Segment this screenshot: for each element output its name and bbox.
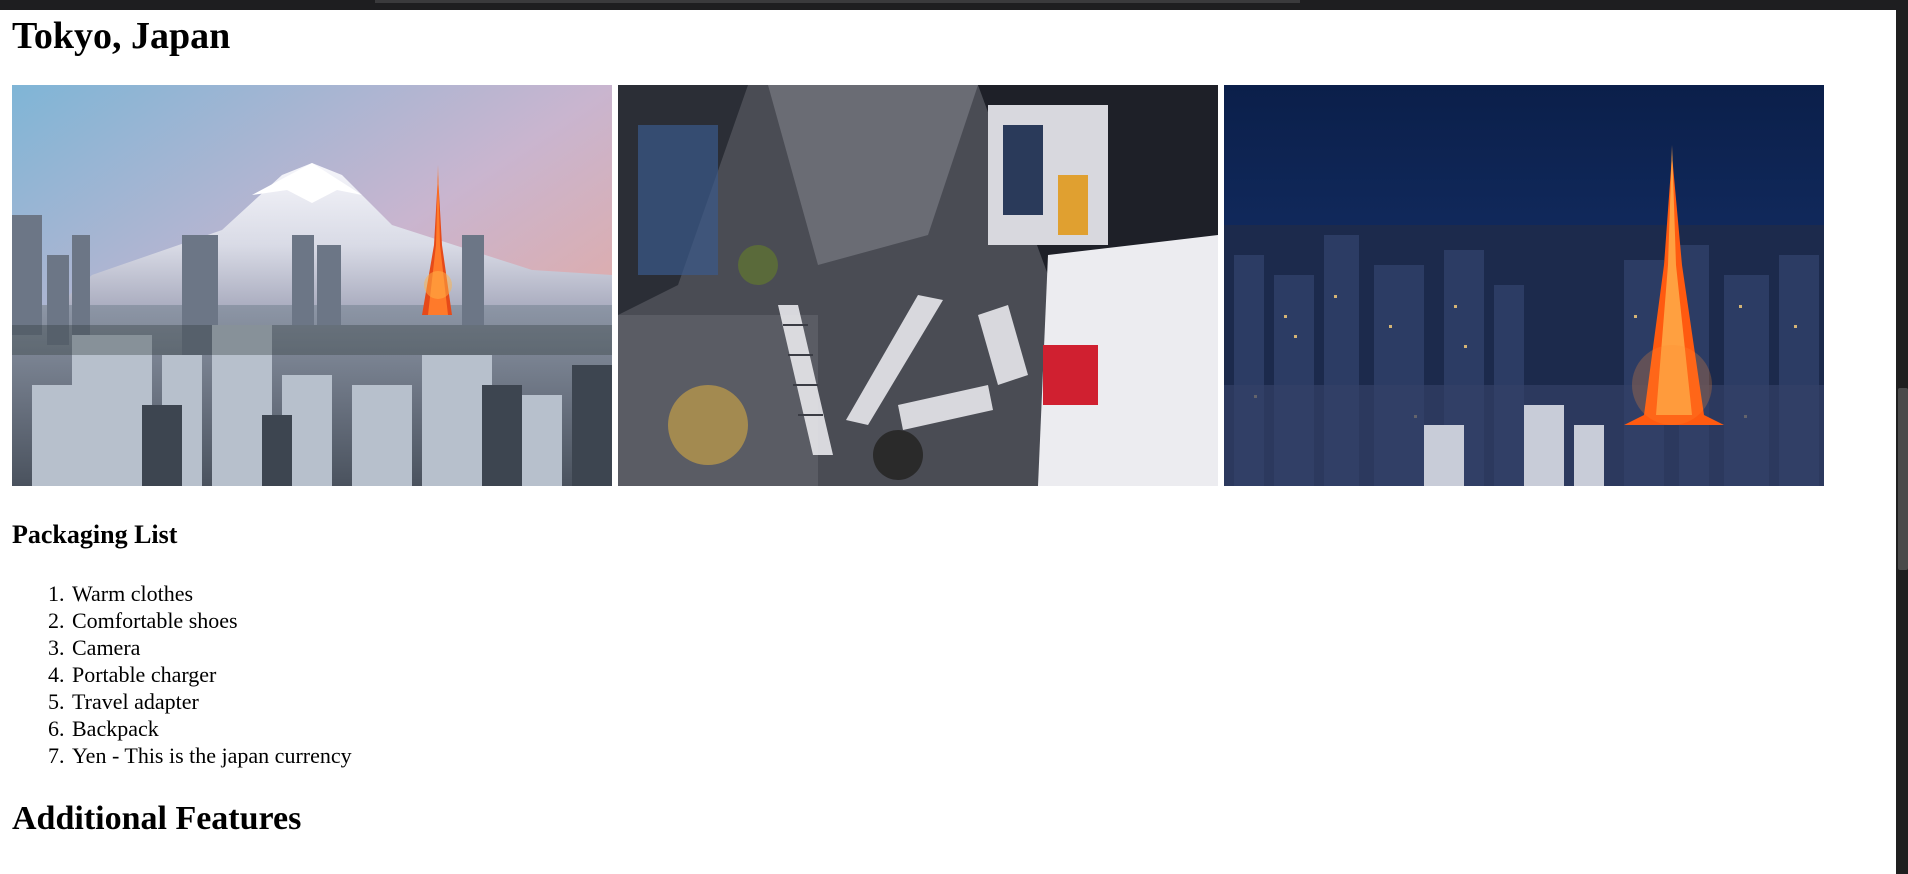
list-item: 5. Travel adapter [48,688,352,715]
list-item: 3. Camera [48,634,352,661]
shibuya-crossing-illustration [618,85,1218,486]
list-item: 7. Yen - This is the japan currency [48,742,352,769]
list-number: 6. [48,716,65,741]
list-text: Backpack [72,716,159,741]
list-number: 7. [48,743,65,768]
packing-list: 1. Warm clothes 2. Comfortable shoes 3. Cam… [48,580,352,769]
list-number: 2. [48,608,65,633]
list-number: 3. [48,635,65,660]
list-item: 4. Portable charger [48,661,352,688]
list-number: 4. [48,662,65,687]
packing-list-title: Packaging List [12,520,178,549]
additional-features-title: Additional Features [12,800,302,837]
list-item: 2. Comfortable shoes [48,607,352,634]
browser-top-bar [0,0,1908,10]
list-text: Portable charger [72,662,217,687]
list-text: Travel adapter [72,689,199,714]
page-title: Tokyo, Japan [12,15,231,57]
shibuya-crossing-photo [618,85,1218,486]
list-item: 1. Warm clothes [48,580,352,607]
mount-fuji-tokyo-tower-photo [12,85,612,486]
list-number: 1. [48,581,65,606]
scrollbar-thumb[interactable] [1898,388,1908,570]
list-text: Comfortable shoes [72,608,238,633]
list-item: 6. Backpack [48,715,352,742]
list-text: Yen - This is the japan currency [72,743,352,768]
tokyo-tower-night-photo [1224,85,1824,486]
photo-gallery [12,85,1825,486]
browser-tab-strip [375,0,1300,3]
list-number: 5. [48,689,65,714]
mount-fuji-skyline-illustration [12,85,612,486]
tokyo-night-illustration [1224,85,1824,486]
list-text: Camera [72,635,141,660]
list-text: Warm clothes [72,581,194,606]
